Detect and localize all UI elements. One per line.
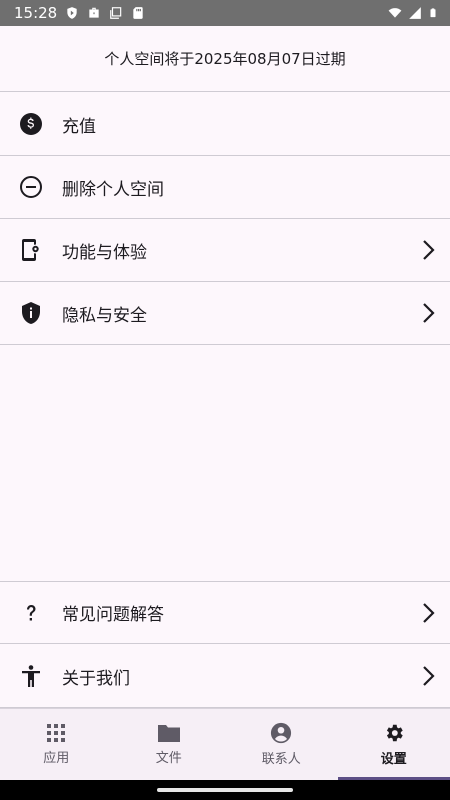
menu-item-label: 隐私与安全: [62, 305, 147, 326]
nav-tab-label: 文件: [155, 751, 182, 766]
apps-grid-icon: [47, 724, 66, 742]
accessibility-icon: [22, 665, 40, 687]
minus-circle-icon: [20, 176, 42, 198]
expiry-notice: 个人空间将于2025年08月07日过期: [0, 26, 450, 92]
status-bar: 15:28: [0, 0, 450, 26]
expiry-notice-text: 个人空间将于2025年08月07日过期: [104, 50, 346, 68]
nav-tab-label: 设置: [380, 752, 407, 767]
bottom-navigation: 应用 文件 联系人 设置: [0, 708, 450, 780]
menu-item-faq[interactable]: 常见问题解答: [0, 581, 450, 644]
chevron-right-icon: [423, 303, 435, 323]
phone-settings-icon: [22, 239, 40, 261]
screen: 15:28 个人空间将于2025年08月07日过期 充值 删除个人空间 功能与体…: [0, 0, 450, 800]
window-icon: [110, 7, 122, 19]
menu-item-delete-space[interactable]: 删除个人空间: [0, 156, 450, 219]
person-circle-icon: [271, 722, 292, 744]
sd-card-icon: [133, 7, 143, 19]
nav-tab-files[interactable]: 文件: [113, 709, 226, 780]
nav-tab-label: 联系人: [261, 752, 301, 767]
system-gesture-bar: [0, 780, 450, 800]
menu-item-recharge[interactable]: 充值: [0, 93, 450, 156]
menu-item-label: 关于我们: [62, 668, 130, 689]
signal-icon: [409, 7, 421, 19]
shield-info-icon: [22, 302, 40, 324]
folder-icon: [157, 725, 180, 742]
menu-item-label: 功能与体验: [62, 242, 147, 263]
nav-tab-label: 应用: [43, 751, 70, 766]
nav-tab-settings[interactable]: 设置: [337, 709, 450, 780]
menu-item-features[interactable]: 功能与体验: [0, 219, 450, 282]
status-left: 15:28: [14, 4, 145, 22]
battery-icon: [430, 8, 436, 18]
menu-item-label: 常见问题解答: [62, 605, 164, 625]
nav-tab-apps[interactable]: 应用: [0, 709, 113, 780]
dollar-circle-icon: [20, 113, 42, 135]
menu-item-label: 充值: [62, 116, 96, 137]
chevron-right-icon: [423, 602, 435, 623]
nav-tab-contacts[interactable]: 联系人: [225, 709, 338, 780]
shield-icon: [67, 7, 77, 19]
question-mark-icon: [27, 604, 36, 620]
menu-item-label: 删除个人空间: [62, 179, 164, 200]
wifi-icon: [388, 8, 402, 18]
status-time: 15:28: [14, 4, 58, 22]
menu-item-privacy-security[interactable]: 隐私与安全: [0, 282, 450, 345]
gear-icon: [386, 724, 403, 742]
chevron-right-icon: [423, 240, 435, 260]
chevron-right-icon: [423, 666, 435, 686]
menu-item-about-us[interactable]: 关于我们: [0, 645, 450, 708]
status-right: [388, 6, 438, 20]
briefcase-icon: [89, 7, 99, 18]
home-gesture-handle[interactable]: [157, 788, 293, 792]
